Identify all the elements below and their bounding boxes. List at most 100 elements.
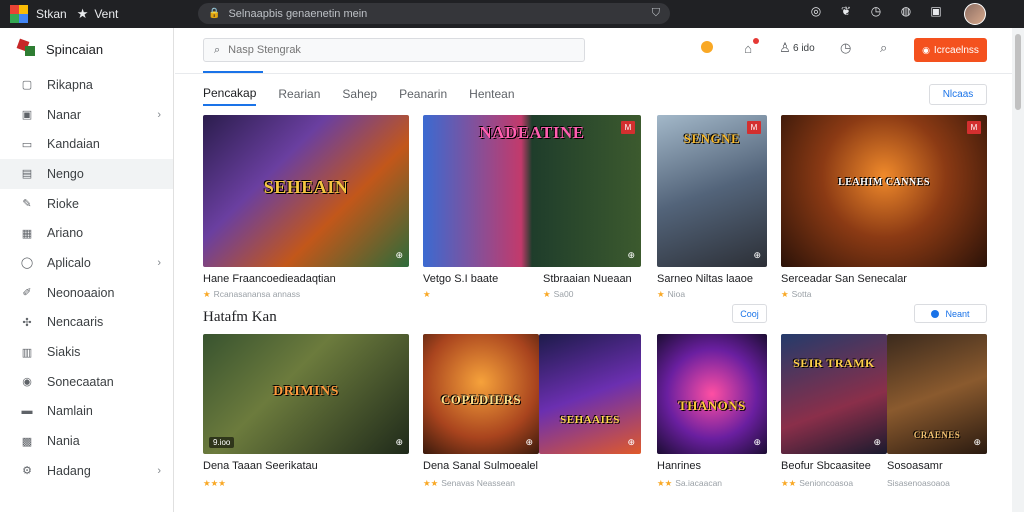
rating-stars: ★★ xyxy=(781,478,797,488)
user-icon[interactable]: ♙ xyxy=(779,40,791,56)
sidebar-item[interactable]: ◯ Aplicalo › xyxy=(0,248,173,278)
game-card[interactable]: THANONS ⊕ Hanrines ★★ Sa.iacaacan xyxy=(657,334,767,494)
game-title[interactable]: Dena Sanal Sulmoealel xyxy=(423,460,538,472)
rating-stars: ★ xyxy=(423,289,431,299)
expand-icon[interactable]: ⊕ xyxy=(627,437,635,448)
game-title[interactable]: Hane Fraancoedieadaqtian xyxy=(203,273,336,285)
game-thumbnail[interactable]: SEHEAIN ⊕ xyxy=(203,115,409,267)
sidebar-item-label: Nanar xyxy=(47,107,82,122)
game-thumbnail[interactable]: CRAENES ⊕ xyxy=(887,334,987,454)
sidebar-item[interactable]: ▥ Siakis xyxy=(0,337,173,367)
game-card[interactable]: SEIR TRAMK ⊕ Beofur Sbcaasitee ★★ Senioncoas… xyxy=(781,334,887,494)
shield-icon[interactable]: ⛉ xyxy=(652,7,660,20)
tab[interactable]: Peanarin xyxy=(399,87,447,105)
address-input[interactable] xyxy=(228,7,652,20)
chevron-right-icon[interactable]: › xyxy=(157,465,161,477)
sidebar-item[interactable]: ▣ Nanar › xyxy=(0,100,173,130)
scrollbar[interactable] xyxy=(1012,28,1024,512)
chevron-right-icon[interactable]: › xyxy=(157,257,161,269)
clock-icon[interactable]: ◷ xyxy=(839,40,853,56)
section-sort-button[interactable]: Neant xyxy=(914,304,987,323)
game-card[interactable]: ⊕Stbraaian Nueaan★Sa00 xyxy=(543,115,653,307)
sidebar-item[interactable]: ▦ Ariano xyxy=(0,218,173,248)
game-title[interactable]: Dena Taaan Seerikatau xyxy=(203,460,318,472)
monitor-icon: ▤ xyxy=(21,168,33,181)
tab[interactable]: Hentean xyxy=(469,87,514,105)
game-title[interactable]: Sarneo Niltas laaoe xyxy=(657,273,753,285)
game-title[interactable]: Serceadar San Senecalar xyxy=(781,273,907,285)
expand-icon[interactable]: ⊕ xyxy=(395,250,403,261)
game-meta: Sisasenoasoaoa xyxy=(887,478,950,488)
search-input[interactable] xyxy=(228,44,584,56)
sidebar-item[interactable]: ◉ Sonecaatan xyxy=(0,367,173,397)
sidebar-item-label: Rioke xyxy=(47,196,79,211)
sidebar-header: Spincaian xyxy=(0,28,173,70)
game-card[interactable]: SEHEAIN ⊕ Hane Fraancoedieadaqtian ★ Rcanasa… xyxy=(203,115,409,307)
game-thumbnail[interactable]: LEAHIM CANNES M xyxy=(781,115,987,267)
game-thumbnail[interactable]: SEIR TRAMK ⊕ xyxy=(781,334,887,454)
coin-icon[interactable] xyxy=(699,40,715,56)
scrollbar-thumb[interactable] xyxy=(1015,34,1021,110)
notification-icon[interactable]: ⌂ xyxy=(741,37,759,56)
primary-action-button[interactable]: ◉ Icrcaelnss xyxy=(914,38,987,62)
game-card[interactable]: SEHAAIES ⊕ xyxy=(539,334,641,494)
globe-icon[interactable]: ◍ xyxy=(898,4,914,18)
game-card[interactable]: LEAHIM CANNES M Serceadar San Senecalar ★ So… xyxy=(781,115,987,307)
game-thumbnail[interactable]: COPEDIERS ⊕ xyxy=(423,334,539,454)
game-meta: ★★★ xyxy=(203,478,229,489)
sidebar-item[interactable]: ✐ Neonoaaion xyxy=(0,278,173,308)
address-bar[interactable]: 🔒 ⛉ xyxy=(198,3,670,24)
expand-icon[interactable]: ⊕ xyxy=(395,437,403,448)
avatar[interactable] xyxy=(964,3,986,25)
tab-action-button[interactable]: Nlcaas xyxy=(929,84,987,105)
search-icon: ⌕ xyxy=(214,43,221,56)
game-art-title: THANONS xyxy=(678,398,746,413)
sidebar-item[interactable]: ▬ Namlain xyxy=(0,397,173,427)
search-box[interactable]: ⌕ xyxy=(203,38,585,62)
bolt-icon: ◉ xyxy=(922,44,930,55)
sidebar-item[interactable]: ▩ Nania xyxy=(0,426,173,456)
sidebar-item[interactable]: ⚙ Hadang › xyxy=(0,456,173,486)
expand-icon[interactable]: ⊕ xyxy=(753,250,761,261)
expand-icon[interactable]: ⊕ xyxy=(973,437,981,448)
game-thumbnail[interactable]: SENGNE M ⊕ xyxy=(657,115,767,267)
search-icon[interactable]: ⌕ xyxy=(877,40,891,56)
game-card[interactable]: DRIMINS 9.ioo ⊕ Dena Taaan Seerikatau ★★★ xyxy=(203,334,409,494)
game-thumbnail[interactable]: SEHAAIES ⊕ xyxy=(539,334,641,454)
sidebar-item[interactable]: ▭ Kandaian xyxy=(0,129,173,159)
expand-icon[interactable]: ⊕ xyxy=(873,437,881,448)
game-title[interactable]: Vetgo S.I baate xyxy=(423,273,498,285)
header-divider xyxy=(175,73,1012,74)
sidebar-item[interactable]: ▢ Rikapna xyxy=(0,70,173,100)
game-title[interactable]: Stbraaian Nueaan xyxy=(543,273,632,285)
game-card[interactable]: CRAENES ⊕ Sosoasamr Sisasenoasoaoa xyxy=(887,334,987,494)
tab[interactable]: Pencakap xyxy=(203,86,257,106)
game-meta: ★ Nioa xyxy=(657,289,685,300)
sidebar-item-label: Rikapna xyxy=(47,77,93,92)
game-meta-text: Nioa xyxy=(667,289,686,299)
tab[interactable]: Sahep xyxy=(342,87,377,105)
game-title[interactable]: Hanrines xyxy=(657,460,701,472)
game-card[interactable]: COPEDIERS ⊕ Dena Sanal Sulmoealel ★★ Senavas… xyxy=(423,334,539,494)
app-logo-icon xyxy=(10,5,28,23)
target-icon[interactable]: ◎ xyxy=(808,4,824,18)
expand-icon[interactable]: ⊕ xyxy=(753,437,761,448)
leaf-icon[interactable]: ❦ xyxy=(838,4,854,18)
sidebar-item[interactable]: ▤ Nengo xyxy=(0,159,173,189)
game-thumbnail[interactable]: THANONS ⊕ xyxy=(657,334,767,454)
game-title[interactable]: Beofur Sbcaasitee xyxy=(781,460,871,472)
game-thumbnail[interactable]: DRIMINS 9.ioo ⊕ xyxy=(203,334,409,454)
gift-icon[interactable]: ▣ xyxy=(928,4,944,18)
game-title[interactable]: Sosoasamr xyxy=(887,460,943,472)
game-meta-text: Sisasenoasoaoa xyxy=(887,478,950,488)
bookmark-star-icon[interactable]: ★ xyxy=(77,6,89,22)
section-filter-button[interactable]: Cooj xyxy=(732,304,767,323)
clock-icon[interactable]: ◷ xyxy=(868,4,884,18)
chart-icon: ▥ xyxy=(21,346,33,359)
expand-icon[interactable]: ⊕ xyxy=(525,437,533,448)
chevron-right-icon[interactable]: › xyxy=(157,109,161,121)
sidebar-item[interactable]: ✎ Rioke xyxy=(0,189,173,219)
sidebar-item[interactable]: ✣ Nencaaris xyxy=(0,308,173,338)
tab[interactable]: Rearian xyxy=(278,87,320,105)
main-content: ⌕ ⌂ ♙ 6 ido ◷ ⌕ ◉ Icrcaelnss Pencakap Rea… xyxy=(175,28,1012,512)
